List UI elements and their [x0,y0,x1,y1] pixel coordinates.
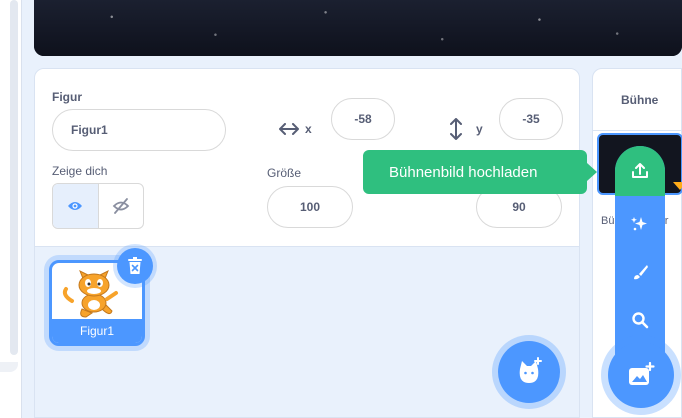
cat-plus-icon [519,357,542,383]
sprite-tile-label: Figur1 [52,319,142,343]
choose-backdrop-search-button[interactable] [615,296,665,344]
x-input[interactable]: -58 [331,98,395,140]
sprite-name-label: Figur [52,90,82,104]
upload-backdrop-button[interactable] [615,146,665,196]
trash-icon [128,257,142,274]
stage-canvas[interactable] [34,0,682,56]
show-label: Zeige dich [52,164,108,178]
horizontal-arrows-icon [279,123,299,135]
scroll-corner [0,362,18,372]
eye-icon [68,202,83,210]
hide-button[interactable] [99,184,144,228]
y-axis-label: y [450,111,483,147]
backdrop-menu [615,146,665,366]
brush-icon [634,265,648,280]
show-button[interactable] [53,184,99,228]
size-label: Größe [267,166,302,180]
y-input[interactable]: -35 [499,98,563,140]
surprise-backdrop-button[interactable] [615,200,665,248]
choose-backdrop-button[interactable] [608,342,674,408]
visibility-toggle [52,183,144,229]
magnifier-icon [632,312,649,329]
y-label: y [476,122,483,136]
paint-backdrop-button[interactable] [615,248,665,296]
scrollbar-track[interactable] [10,0,18,355]
left-scroll-strip [0,0,22,418]
upload-icon [632,163,648,178]
upload-backdrop-tooltip: Bühnenbild hochladen [363,150,597,194]
image-plus-icon [629,362,655,385]
x-label: x [305,122,312,136]
delete-sprite-button[interactable] [117,248,153,284]
stage-panel-title: Bühne [593,69,681,131]
stage-indicator [673,182,682,190]
x-axis-label: x [279,111,312,147]
choose-sprite-button[interactable] [498,341,560,403]
sprite-panel: Figur Figur1 x -58 y -35 Zeige dich Größ… [34,68,580,418]
sparkle-icon [631,217,647,231]
eye-slash-icon [112,198,130,214]
vertical-arrows-icon [450,118,462,140]
size-input[interactable]: 100 [267,186,353,228]
sprite-name-input[interactable]: Figur1 [52,109,226,151]
